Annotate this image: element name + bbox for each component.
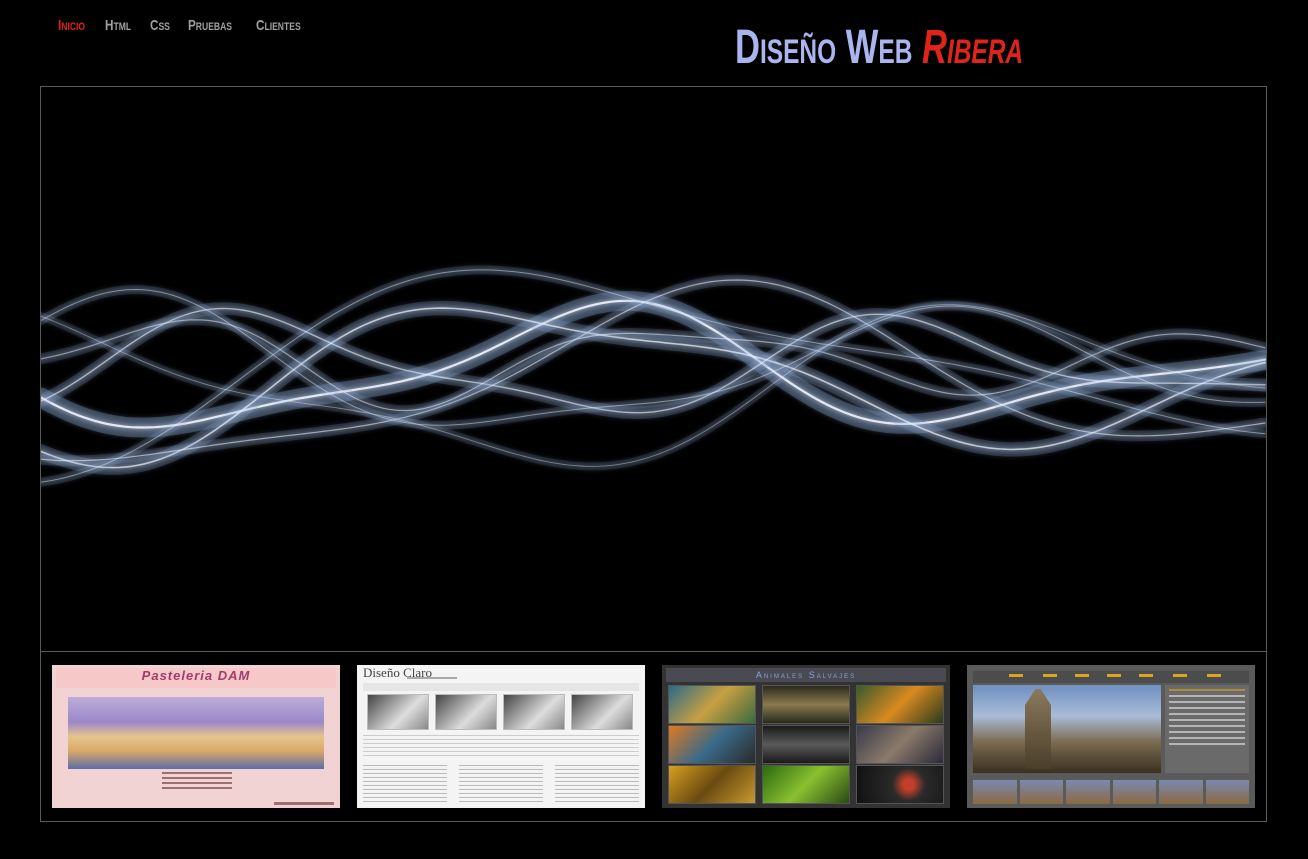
animal-photo xyxy=(762,765,850,804)
thumb-photo xyxy=(435,694,497,730)
thumb-footer xyxy=(274,802,334,805)
animal-photo xyxy=(856,765,944,804)
thumb-title: Animales Salvajes xyxy=(666,668,946,682)
brand-word-2: Web xyxy=(845,21,913,74)
thumb-text-block xyxy=(363,735,639,757)
cathedral-tower xyxy=(1025,689,1051,769)
nav-link-clientes[interactable]: Clientes xyxy=(256,17,301,34)
animal-photo xyxy=(668,685,756,724)
cathedral-photo xyxy=(973,685,1161,773)
animal-photo xyxy=(856,725,944,764)
thumbnail-diseno-claro[interactable]: Diseño Claro xyxy=(357,665,645,808)
thumb-title: Pasteleria DAM xyxy=(141,668,251,683)
nav-link-inicio[interactable]: Inicio xyxy=(58,17,85,34)
client-thumbnails: Pasteleria DAM Diseño Claro Animales Sal… xyxy=(40,651,1267,822)
nav-link-html[interactable]: Html xyxy=(105,17,131,34)
thumb-photo xyxy=(367,694,429,730)
thumb-subtitle xyxy=(407,677,457,679)
animal-photo xyxy=(762,685,850,724)
site-logo-title: Diseño Web Ribera xyxy=(735,22,1023,74)
thumb-column xyxy=(363,765,447,805)
thumb-column xyxy=(555,765,639,805)
brand-word-1: Diseño xyxy=(735,21,837,74)
thumb-text-lines xyxy=(162,772,232,792)
thumb-photo xyxy=(503,694,565,730)
hero-banner xyxy=(40,86,1267,652)
thumbnail-animales-salvajes[interactable]: Animales Salvajes xyxy=(662,665,950,808)
pastry-photo xyxy=(68,697,324,769)
thumbnail-pasteleria[interactable]: Pasteleria DAM xyxy=(52,665,340,808)
nav-link-css[interactable]: Css xyxy=(150,17,170,34)
thumb-photo xyxy=(571,694,633,730)
brand-word-3: Ribera xyxy=(921,21,1024,74)
animal-photo xyxy=(856,685,944,724)
thumb-photo-strip xyxy=(973,780,1249,804)
main-nav: Inicio Html Css Pruebas Clientes xyxy=(58,17,313,34)
thumb-sidebar-text xyxy=(1165,685,1249,773)
thumb-menu-bar xyxy=(973,671,1249,683)
thumb-menu-bar xyxy=(363,683,639,691)
animal-photo xyxy=(762,725,850,764)
light-waves-image xyxy=(41,265,1266,487)
animal-photo xyxy=(668,725,756,764)
nav-link-pruebas[interactable]: Pruebas xyxy=(188,17,232,34)
animal-photo xyxy=(668,765,756,804)
thumbnail-toledo[interactable] xyxy=(967,665,1255,808)
thumb-column xyxy=(459,765,543,805)
